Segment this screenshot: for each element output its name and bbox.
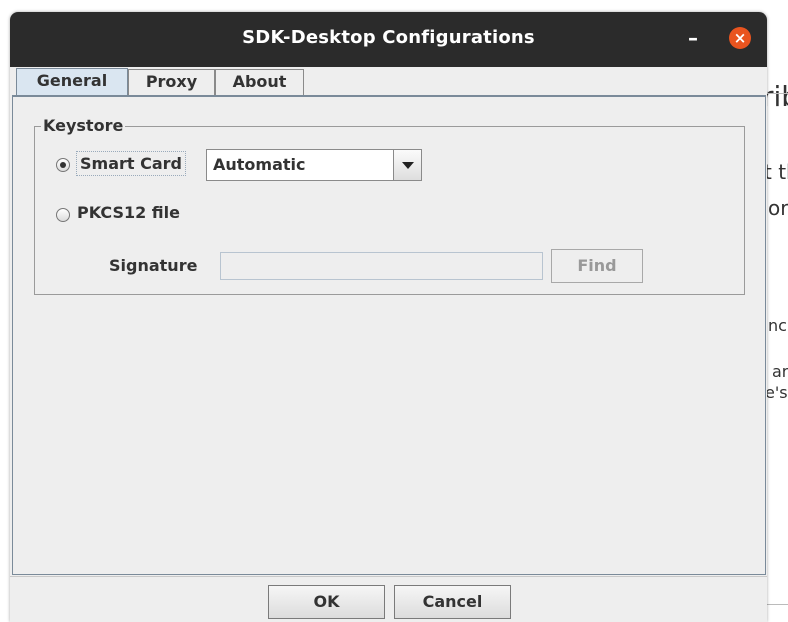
tab-about[interactable]: About [215,69,304,95]
title-bar[interactable]: SDK-Desktop Configurations – × [10,12,767,67]
pkcs12-radio[interactable] [56,208,70,222]
smart-card-radio[interactable] [56,158,70,172]
minimize-button[interactable]: – [681,25,705,51]
cancel-button[interactable]: Cancel [394,585,511,619]
tab-general[interactable]: General [16,68,128,96]
general-tab-panel: Keystore Smart Card Automatic PKCS12 fil… [12,95,766,575]
chevron-down-icon[interactable] [393,150,421,180]
background-divider [765,93,788,94]
footer-divider [10,576,767,577]
ok-button[interactable]: OK [268,585,385,619]
signature-input[interactable] [220,252,543,280]
background-text-2: t th [764,160,788,184]
close-button[interactable]: × [729,27,751,49]
background-text-3: or [768,196,788,220]
pkcs12-label[interactable]: PKCS12 file [77,203,180,222]
background-text-5: ar [772,362,788,381]
find-button[interactable]: Find [551,249,643,283]
smart-card-mode-select[interactable]: Automatic [206,149,422,181]
background-text-4: nc [768,316,787,335]
window-title: SDK-Desktop Configurations [242,27,535,48]
tab-proxy[interactable]: Proxy [128,69,215,95]
keystore-group-title: Keystore [41,116,126,135]
background-divider [765,604,788,605]
signature-label: Signature [109,256,198,275]
smart-card-mode-value: Automatic [213,155,306,174]
background-text-6: e's [765,383,788,402]
smart-card-label[interactable]: Smart Card [76,151,186,176]
